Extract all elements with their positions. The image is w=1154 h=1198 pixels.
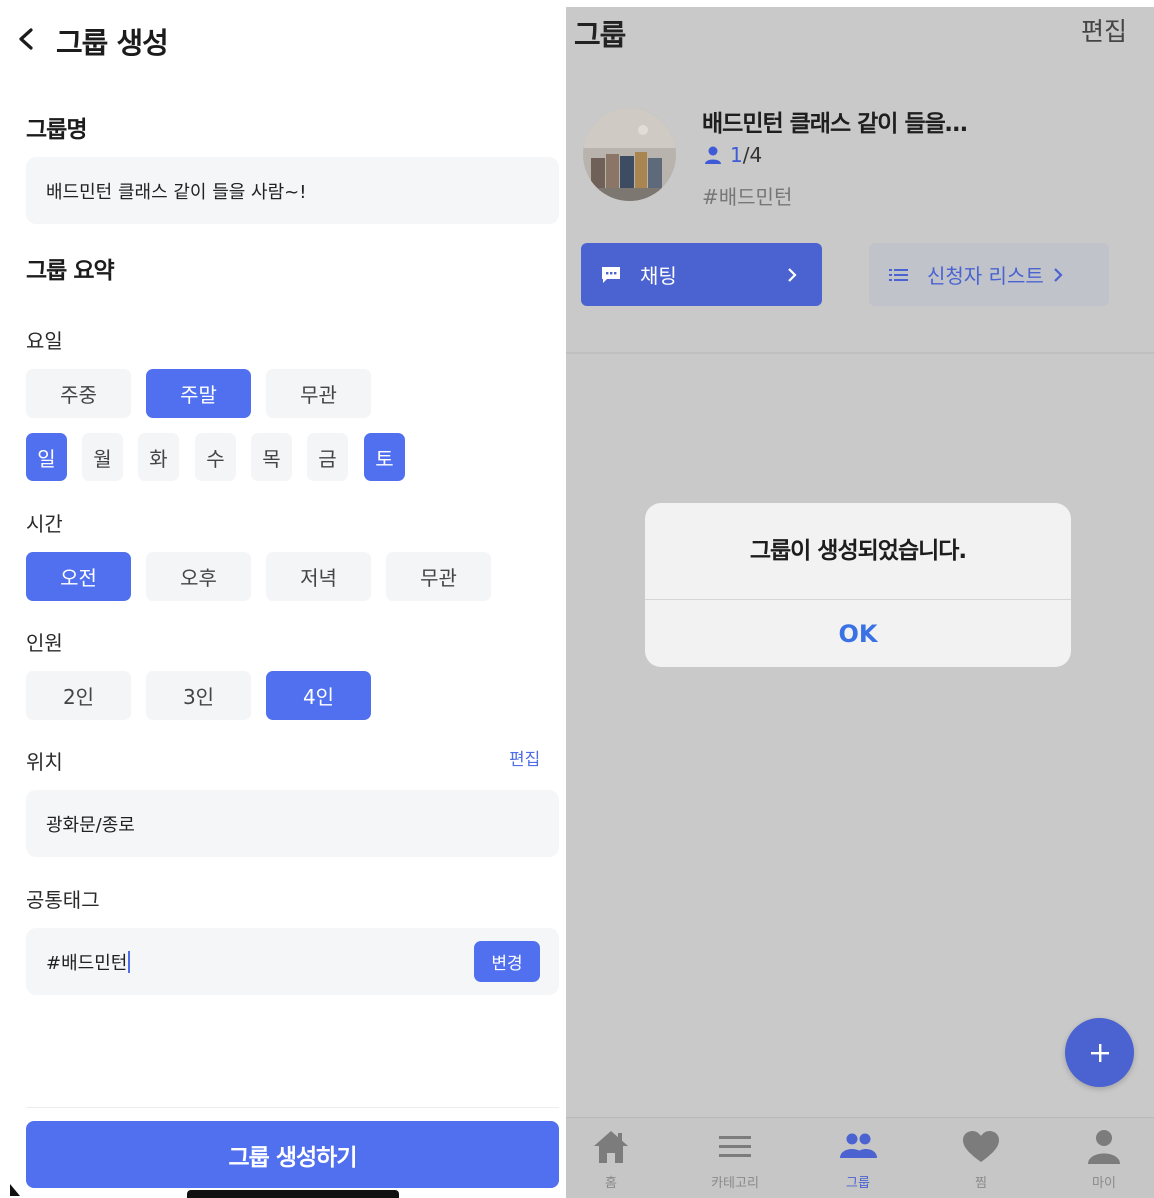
day-tue[interactable]: 화 bbox=[138, 433, 179, 481]
add-fab-button[interactable] bbox=[1065, 1018, 1134, 1087]
back-arrow-icon[interactable] bbox=[12, 22, 42, 56]
chevron-right-icon bbox=[788, 267, 797, 282]
member-count-current: 1 bbox=[730, 143, 743, 167]
time-label: 시간 bbox=[26, 512, 63, 536]
create-group-button[interactable]: 그룹 생성하기 bbox=[26, 1121, 559, 1188]
day-wed[interactable]: 수 bbox=[195, 433, 236, 481]
people-option-2[interactable]: 2인 bbox=[26, 671, 131, 720]
plus-icon bbox=[1090, 1043, 1109, 1062]
member-count: 1/4 bbox=[702, 143, 762, 167]
weekday-label: 요일 bbox=[26, 329, 63, 353]
tab-home-label: 홈 bbox=[605, 1176, 617, 1191]
location-input[interactable]: 광화문/종로 bbox=[26, 790, 559, 857]
tag-value: #배드민턴 bbox=[46, 952, 128, 974]
people-label: 인원 bbox=[26, 631, 63, 655]
group-icon bbox=[840, 1133, 877, 1158]
tag-change-button[interactable]: 변경 bbox=[474, 941, 540, 982]
create-group-screen: 그룹 생성 그룹명 배드민턴 클래스 같이 들을 사람~! 그룹 요약 요일 주… bbox=[0, 0, 566, 1198]
day-sat[interactable]: 토 bbox=[364, 433, 405, 481]
success-alert-dialog: 그룹이 생성되었습니다. OK bbox=[645, 503, 1071, 667]
applicants-list-label: 신청자 리스트 bbox=[927, 264, 1044, 288]
alert-message: 그룹이 생성되었습니다. bbox=[749, 538, 967, 564]
home-icon bbox=[594, 1131, 628, 1163]
alert-ok-button[interactable]: OK bbox=[645, 600, 1071, 667]
chat-button-label: 채팅 bbox=[640, 264, 677, 288]
tab-home[interactable]: 홈 bbox=[566, 1128, 656, 1198]
tag-label: 공통태그 bbox=[26, 888, 100, 912]
tab-group-label: 그룹 bbox=[846, 1176, 870, 1191]
home-indicator bbox=[187, 1190, 399, 1198]
group-name-label: 그룹명 bbox=[26, 117, 87, 143]
group-page-title: 그룹 bbox=[574, 18, 626, 52]
group-summary-label: 그룹 요약 bbox=[26, 258, 115, 284]
group-name-input[interactable]: 배드민턴 클래스 같이 들을 사람~! bbox=[26, 157, 559, 224]
group-edit-button[interactable]: 편집 bbox=[1081, 12, 1127, 48]
tab-category-label: 카테고리 bbox=[711, 1176, 759, 1191]
location-value: 광화문/종로 bbox=[46, 814, 135, 836]
weekday-option-any[interactable]: 무관 bbox=[266, 369, 371, 418]
person-icon bbox=[1088, 1130, 1120, 1164]
day-sun[interactable]: 일 bbox=[26, 433, 67, 481]
weekday-option-weekdays[interactable]: 주중 bbox=[26, 369, 131, 418]
people-option-4[interactable]: 4인 bbox=[266, 671, 371, 720]
person-icon bbox=[705, 146, 721, 164]
menu-icon bbox=[719, 1136, 751, 1157]
heart-icon bbox=[963, 1131, 999, 1162]
chat-icon bbox=[602, 266, 620, 283]
day-mon[interactable]: 월 bbox=[82, 433, 123, 481]
chat-button[interactable]: 채팅 bbox=[581, 243, 822, 306]
tab-my[interactable]: 마이 bbox=[1059, 1128, 1149, 1198]
group-avatar[interactable] bbox=[583, 108, 676, 201]
weekday-option-weekend[interactable]: 주말 bbox=[146, 369, 251, 418]
time-option-any[interactable]: 무관 bbox=[386, 552, 491, 601]
text-caret bbox=[128, 950, 131, 973]
tab-category[interactable]: 카테고리 bbox=[690, 1128, 780, 1198]
bottom-divider bbox=[26, 1107, 559, 1108]
member-count-total: /4 bbox=[742, 143, 763, 167]
group-screen: 그룹 편집 배드민턴 클래스 같이 들을… 1/4 #배드민턴 채팅 신청자 리… bbox=[566, 0, 1154, 1198]
tab-group[interactable]: 그룹 bbox=[813, 1128, 903, 1198]
time-option-afternoon[interactable]: 오후 bbox=[146, 552, 251, 601]
tab-favorites-label: 찜 bbox=[975, 1176, 987, 1191]
top-strip bbox=[566, 0, 1154, 7]
day-thu[interactable]: 목 bbox=[251, 433, 292, 481]
page-title: 그룹 생성 bbox=[56, 26, 169, 60]
people-option-3[interactable]: 3인 bbox=[146, 671, 251, 720]
group-name-value: 배드민턴 클래스 같이 들을 사람~! bbox=[46, 181, 307, 203]
bottom-tab-bar: 홈 카테고리 그룹 찜 마이 bbox=[566, 1117, 1154, 1198]
group-name: 배드민턴 클래스 같이 들을… bbox=[702, 111, 968, 137]
corner-marker bbox=[10, 1184, 20, 1196]
location-edit-link[interactable]: 편집 bbox=[509, 745, 540, 770]
tab-favorites[interactable]: 찜 bbox=[936, 1128, 1026, 1198]
chevron-right-icon bbox=[1053, 267, 1063, 282]
tab-my-label: 마이 bbox=[1092, 1176, 1116, 1191]
time-option-evening[interactable]: 저녁 bbox=[266, 552, 371, 601]
group-photo-icon bbox=[583, 108, 676, 201]
day-fri[interactable]: 금 bbox=[307, 433, 348, 481]
applicants-list-button[interactable]: 신청자 리스트 bbox=[869, 243, 1109, 306]
section-divider bbox=[566, 352, 1154, 354]
group-tag: #배드민턴 bbox=[702, 185, 793, 209]
time-option-morning[interactable]: 오전 bbox=[26, 552, 131, 601]
list-icon bbox=[889, 268, 908, 281]
location-label: 위치 bbox=[26, 750, 63, 774]
